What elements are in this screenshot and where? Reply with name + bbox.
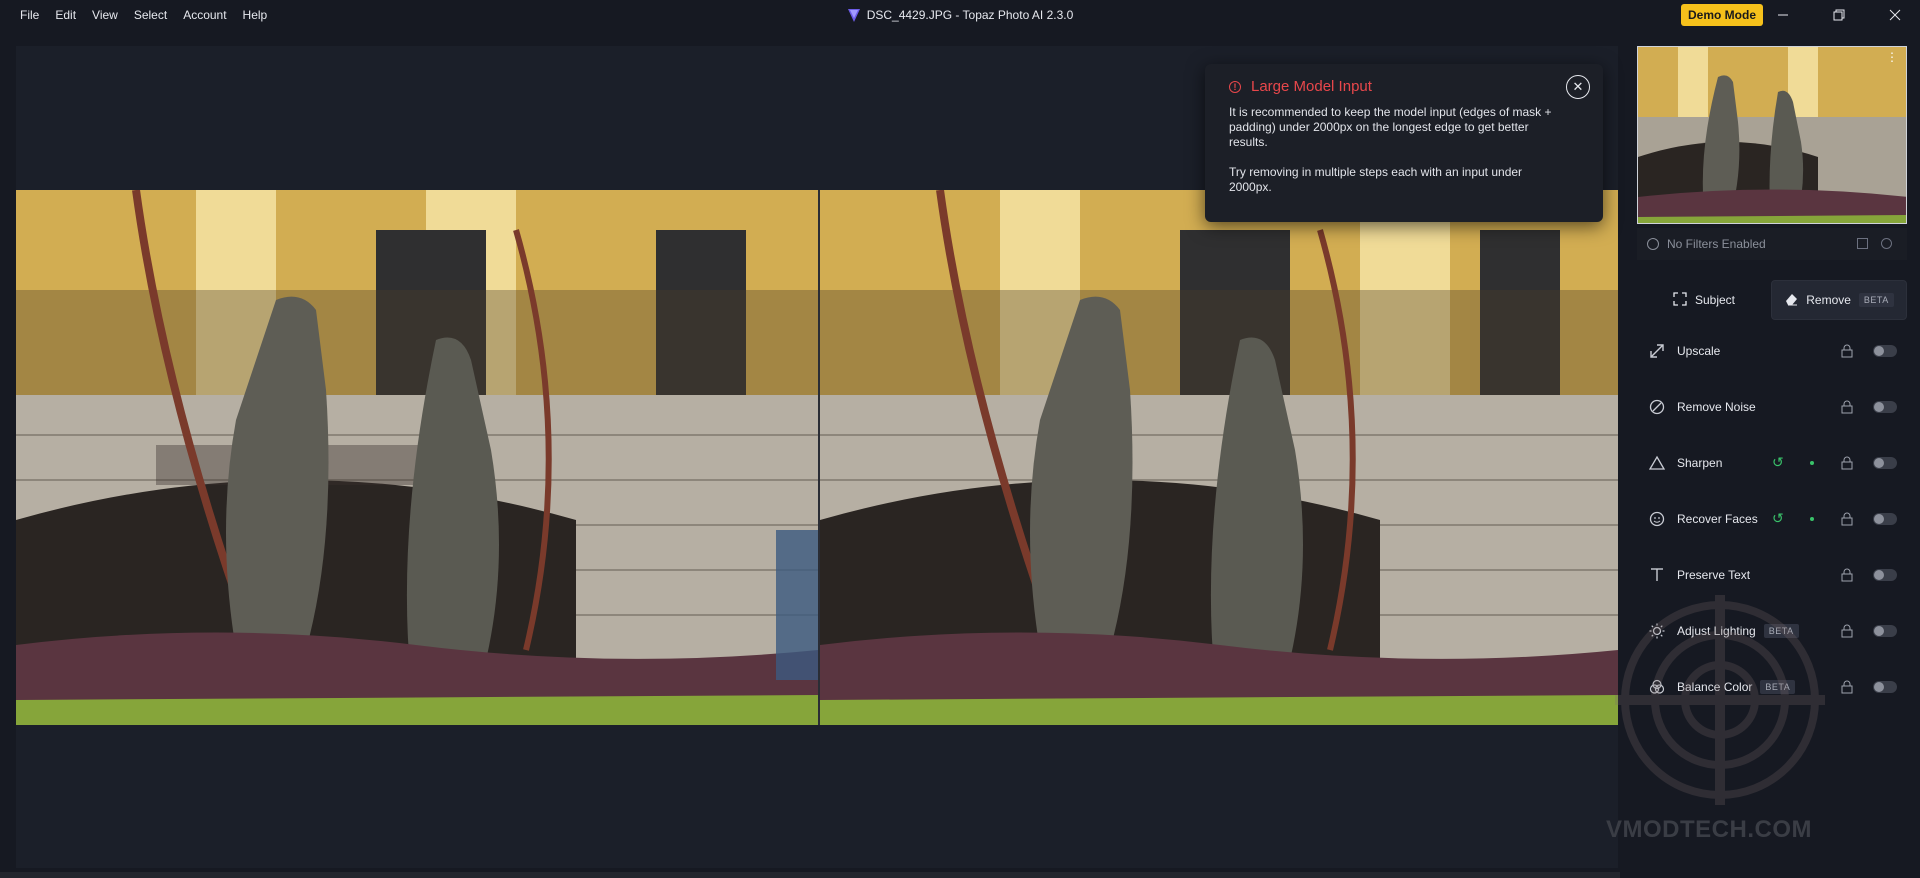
menu-file[interactable]: File <box>12 0 47 30</box>
remove-noise-toggle[interactable] <box>1873 401 1897 413</box>
upscale-icon <box>1647 343 1667 359</box>
restore-icon <box>1833 9 1845 21</box>
mask-tools: Subject Remove BETA <box>1637 280 1907 320</box>
feature-upscale[interactable]: Upscale <box>1637 336 1907 366</box>
lock-icon[interactable] <box>1841 512 1853 529</box>
close-icon: ✕ <box>1572 79 1584 94</box>
feature-label: Upscale <box>1677 344 1721 358</box>
lock-icon[interactable] <box>1841 680 1853 697</box>
thumbnail-menu-icon[interactable]: ⋮ <box>1886 51 1898 63</box>
feature-label: Recover Faces <box>1677 512 1758 526</box>
menu-view[interactable]: View <box>84 0 126 30</box>
lock-icon[interactable] <box>1841 456 1853 473</box>
preserve-text-icon <box>1647 567 1667 583</box>
recover-faces-icon <box>1647 511 1667 527</box>
menu-edit[interactable]: Edit <box>47 0 84 30</box>
lock-icon[interactable] <box>1841 624 1853 641</box>
minimize-icon <box>1778 14 1788 16</box>
dialog-paragraph: It is recommended to keep the model inpu… <box>1229 105 1552 149</box>
thumbnail-image <box>1638 47 1906 223</box>
statue-photo-original <box>16 190 818 725</box>
tab-remove-label: Remove <box>1806 293 1851 307</box>
dialog-paragraph: Try removing in multiple steps each with… <box>1229 165 1523 194</box>
warning-icon: ! <box>1229 80 1241 93</box>
balance-color-toggle[interactable] <box>1873 681 1897 693</box>
dialog-title-text: Large Model Input <box>1251 78 1372 95</box>
menu-bar: File Edit View Select Account Help <box>12 0 275 30</box>
tab-subject-label: Subject <box>1694 293 1736 307</box>
upscale-toggle[interactable] <box>1873 345 1897 357</box>
filters-status-text: No Filters Enabled <box>1667 237 1766 251</box>
feature-recover-faces[interactable]: Recover Faces ↺ <box>1637 504 1907 534</box>
tab-subject[interactable]: Subject <box>1637 280 1771 320</box>
close-window-button[interactable] <box>1872 0 1918 30</box>
restore-button[interactable] <box>1816 0 1862 30</box>
feature-label: Preserve Text <box>1677 568 1751 582</box>
crop-icon[interactable] <box>1857 238 1868 249</box>
large-model-input-dialog: ! Large Model Input It is recommended to… <box>1205 64 1603 222</box>
navigator-thumbnail[interactable]: ⋮ <box>1637 46 1907 224</box>
lock-icon[interactable] <box>1841 344 1853 361</box>
filters-off-icon <box>1647 238 1659 250</box>
lock-icon[interactable] <box>1841 568 1853 585</box>
watermark-text: VMODTECH.COM <box>1606 816 1812 843</box>
sharpen-toggle[interactable] <box>1873 457 1897 469</box>
menu-help[interactable]: Help <box>235 0 276 30</box>
select-subject-icon <box>1673 291 1687 309</box>
original-image-view[interactable] <box>16 190 818 725</box>
close-icon <box>1889 9 1901 21</box>
feature-label: Remove Noise <box>1677 400 1756 414</box>
watermark-logo <box>1605 585 1835 815</box>
feature-sharpen[interactable]: Sharpen ↺ <box>1637 448 1907 478</box>
reset-icon[interactable]: ↺ <box>1772 510 1784 527</box>
eraser-icon <box>1784 292 1798 309</box>
filters-status-row: No Filters Enabled <box>1637 228 1907 260</box>
beta-badge: BETA <box>1858 293 1894 307</box>
title-bar: File Edit View Select Account Help <box>0 0 1920 30</box>
remove-noise-icon <box>1647 399 1667 415</box>
menu-account[interactable]: Account <box>175 0 234 30</box>
demo-mode-badge[interactable]: Demo Mode <box>1681 4 1764 26</box>
recover-faces-toggle[interactable] <box>1873 513 1897 525</box>
modified-indicator <box>1810 461 1814 465</box>
menu-select[interactable]: Select <box>126 0 175 30</box>
minimize-button[interactable] <box>1760 0 1806 30</box>
modified-indicator <box>1810 517 1814 521</box>
preview-image-view[interactable] <box>820 190 1618 725</box>
adjust-lighting-toggle[interactable] <box>1873 625 1897 637</box>
sharpen-icon <box>1647 455 1667 471</box>
feature-label: Sharpen <box>1677 456 1723 470</box>
filmstrip[interactable] <box>0 872 1620 878</box>
tab-remove[interactable]: Remove BETA <box>1771 280 1907 320</box>
lock-icon[interactable] <box>1841 400 1853 417</box>
face-icon[interactable] <box>1881 238 1892 249</box>
feature-remove-noise[interactable]: Remove Noise <box>1637 392 1907 422</box>
dialog-close-button[interactable]: ✕ <box>1566 75 1590 99</box>
dialog-body: It is recommended to keep the model inpu… <box>1229 105 1559 195</box>
reset-icon[interactable]: ↺ <box>1772 454 1784 471</box>
dialog-title: ! Large Model Input <box>1229 78 1579 95</box>
preserve-text-toggle[interactable] <box>1873 569 1897 581</box>
statue-photo-preview <box>820 190 1618 725</box>
